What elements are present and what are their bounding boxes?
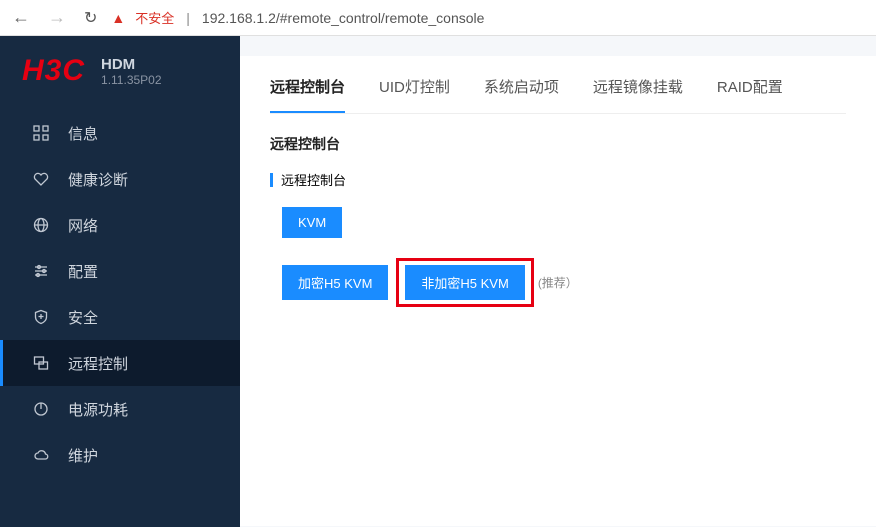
tab-boot[interactable]: 系统启动项 <box>484 76 559 113</box>
back-button[interactable]: ← <box>8 7 34 28</box>
sidebar-item-label: 信息 <box>68 123 98 144</box>
nonencrypted-h5-kvm-button[interactable]: 非加密H5 KVM <box>405 265 524 300</box>
sidebar-item-power[interactable]: 电源功耗 <box>0 386 240 432</box>
recommend-label: (推荐） <box>538 274 578 291</box>
tab-remote-console[interactable]: 远程控制台 <box>270 76 345 113</box>
tab-uid[interactable]: UID灯控制 <box>379 76 450 113</box>
sidebar-item-security[interactable]: 安全 <box>0 294 240 340</box>
sidebar-item-label: 远程控制 <box>68 353 128 374</box>
grid-icon <box>32 125 50 141</box>
sidebar-item-label: 维护 <box>68 445 98 466</box>
sidebar-item-health[interactable]: 健康诊断 <box>0 156 240 202</box>
insecure-label: 不安全 <box>135 8 174 27</box>
accent-bar <box>270 173 273 187</box>
sub-title: 远程控制台 <box>281 170 346 189</box>
kvm-button[interactable]: KVM <box>282 207 342 238</box>
sidebar-item-label: 安全 <box>68 307 98 328</box>
h5-kvm-row: 加密H5 KVM 非加密H5 KVM (推荐） <box>282 258 846 307</box>
url-separator: | <box>186 10 190 26</box>
sidebar-item-config[interactable]: 配置 <box>0 248 240 294</box>
sidebar-item-info[interactable]: 信息 <box>0 110 240 156</box>
encrypted-h5-kvm-button[interactable]: 加密H5 KVM <box>282 265 388 300</box>
section-title: 远程控制台 <box>270 134 846 154</box>
brand-logo: H3C <box>22 54 85 88</box>
heart-icon <box>32 171 50 187</box>
power-icon <box>32 401 50 417</box>
globe-icon <box>32 217 50 233</box>
sidebar-item-label: 健康诊断 <box>68 169 128 190</box>
highlight-box: 非加密H5 KVM <box>396 258 533 307</box>
cloud-icon <box>32 447 50 463</box>
main-content: 远程控制台 UID灯控制 系统启动项 远程镜像挂载 RAID配置 远程控制台 远… <box>240 36 876 527</box>
sidebar-item-network[interactable]: 网络 <box>0 202 240 248</box>
sidebar-item-label: 网络 <box>68 215 98 236</box>
page: H3C HDM 1.11.35P02 信息 健康诊断 <box>0 36 876 527</box>
insecure-icon: ▲ <box>111 10 125 26</box>
address-bar[interactable]: 192.168.1.2/#remote_control/remote_conso… <box>202 10 485 26</box>
kvm-row: KVM <box>282 207 846 238</box>
browser-toolbar: ← → ↻ ▲ 不安全 | 192.168.1.2/#remote_contro… <box>0 0 876 36</box>
product-name: HDM <box>101 56 162 73</box>
forward-button[interactable]: → <box>44 7 70 28</box>
sidebar-item-label: 电源功耗 <box>68 399 128 420</box>
sidebar: H3C HDM 1.11.35P02 信息 健康诊断 <box>0 36 240 527</box>
sidebar-item-remote[interactable]: 远程控制 <box>0 340 240 386</box>
tabs: 远程控制台 UID灯控制 系统启动项 远程镜像挂载 RAID配置 <box>270 56 846 114</box>
remote-icon <box>32 355 50 371</box>
sidebar-menu: 信息 健康诊断 网络 配置 <box>0 110 240 478</box>
sub-header: 远程控制台 <box>270 170 846 189</box>
sliders-icon <box>32 263 50 279</box>
tab-raid[interactable]: RAID配置 <box>717 76 783 113</box>
reload-button[interactable]: ↻ <box>80 8 101 28</box>
shield-icon <box>32 309 50 325</box>
sidebar-item-label: 配置 <box>68 261 98 282</box>
logo-block: H3C HDM 1.11.35P02 <box>0 36 240 110</box>
sidebar-item-maintenance[interactable]: 维护 <box>0 432 240 478</box>
product-version: 1.11.35P02 <box>101 73 162 87</box>
tab-remote-image[interactable]: 远程镜像挂载 <box>593 76 683 113</box>
